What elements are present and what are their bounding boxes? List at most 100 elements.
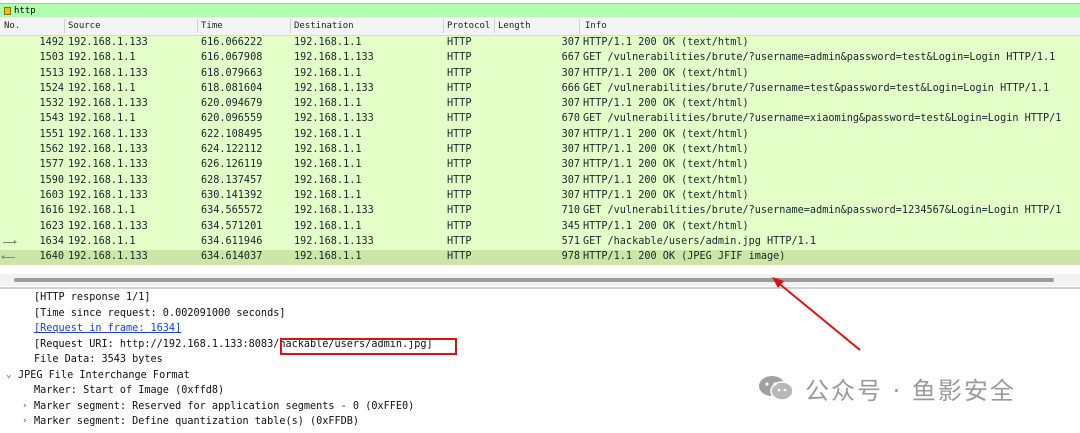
cell-info: HTTP/1.1 200 OK (text/html) — [583, 98, 749, 110]
packet-row[interactable]: 1603 192.168.1.133 630.141392 192.168.1.… — [0, 188, 1080, 205]
column-divider[interactable] — [290, 19, 291, 33]
cell-destination: 192.168.1.133 — [294, 52, 374, 64]
detail-line[interactable]: [Request URI: http://192.168.1.133:8083/… — [0, 338, 1080, 354]
cell-protocol: HTTP — [447, 67, 472, 79]
packet-row[interactable]: 1551 192.168.1.133 622.108495 192.168.1.… — [0, 127, 1080, 144]
packet-row[interactable]: 1634 192.168.1.1 634.611946 192.168.1.13… — [0, 234, 1080, 251]
cell-length: 307 — [561, 174, 580, 186]
cell-no: 1562 — [39, 144, 64, 156]
packet-row[interactable]: 1503 192.168.1.1 616.067908 192.168.1.13… — [0, 51, 1080, 67]
column-no[interactable]: No. — [4, 21, 20, 31]
cell-destination: 192.168.1.1 — [294, 144, 362, 156]
scrollbar-thumb[interactable] — [14, 278, 1054, 282]
cell-length: 307 — [561, 189, 580, 201]
cell-protocol: HTTP — [447, 37, 472, 48]
uri-highlight-box — [280, 338, 457, 355]
filter-input[interactable]: http — [14, 6, 36, 16]
cell-time: 626.126119 — [201, 159, 263, 171]
bookmark-icon[interactable] — [4, 6, 11, 15]
cell-source: 192.168.1.133 — [68, 128, 148, 140]
chevron-down-icon[interactable]: ⌄ — [6, 370, 11, 380]
column-divider[interactable] — [579, 19, 580, 33]
detail-line[interactable]: [HTTP response 1/1] — [0, 291, 1080, 307]
packet-list-header: No. Source Time Destination Protocol Len… — [0, 17, 1080, 36]
cell-source: 192.168.1.133 — [68, 67, 148, 79]
cell-destination: 192.168.1.133 — [294, 82, 374, 94]
cell-length: 307 — [561, 128, 580, 140]
cell-source: 192.168.1.1 — [68, 235, 136, 247]
cell-protocol: HTTP — [447, 220, 472, 232]
uri-prefix: [Request URI: http://192.168.1.133:8083 — [34, 338, 274, 350]
horizontal-scrollbar[interactable] — [0, 274, 1080, 286]
chevron-right-icon[interactable]: › — [22, 401, 27, 411]
cell-info: HTTP/1.1 200 OK (text/html) — [583, 174, 749, 186]
cell-length: 307 — [561, 144, 580, 156]
cell-time: 624.122112 — [201, 144, 263, 156]
packet-row[interactable]: 1543 192.168.1.1 620.096559 192.168.1.13… — [0, 112, 1080, 128]
packet-row[interactable]: 1623 192.168.1.133 634.571201 192.168.1.… — [0, 219, 1080, 235]
cell-destination: 192.168.1.1 — [294, 128, 362, 140]
cell-protocol: HTTP — [447, 128, 472, 140]
packet-row[interactable]: 1524 192.168.1.1 618.081604 192.168.1.13… — [0, 81, 1080, 98]
cell-protocol: HTTP — [447, 189, 472, 201]
detail-marker-app0: Marker segment: Reserved for application… — [34, 400, 415, 412]
cell-time: 628.137457 — [201, 174, 263, 186]
cell-protocol: HTTP — [447, 159, 472, 171]
packet-row[interactable]: 1562 192.168.1.133 624.122112 192.168.1.… — [0, 143, 1080, 159]
column-destination[interactable]: Destination — [294, 21, 354, 31]
column-time[interactable]: Time — [201, 21, 223, 31]
packet-row[interactable]: 1590 192.168.1.133 628.137457 192.168.1.… — [0, 173, 1080, 189]
cell-no: 1513 — [39, 67, 64, 79]
chevron-right-icon[interactable]: › — [22, 416, 27, 426]
packet-row-selected[interactable]: 1640 192.168.1.133 634.614037 192.168.1.… — [0, 250, 1080, 266]
cell-source: 192.168.1.133 — [68, 251, 148, 263]
pane-splitter[interactable] — [0, 287, 1080, 289]
cell-no: 1623 — [39, 220, 64, 232]
packet-row[interactable]: 1492 192.168.1.133 616.066222 192.168.1.… — [0, 36, 1080, 52]
detail-line[interactable]: [Request in frame: 1634] — [0, 322, 1080, 338]
cell-info: GET /hackable/users/admin.jpg HTTP/1.1 — [583, 235, 817, 247]
column-divider[interactable] — [443, 19, 444, 33]
detail-line[interactable]: › Marker segment: Define quantization ta… — [0, 415, 1080, 431]
cell-info: HTTP/1.1 200 OK (text/html) — [583, 159, 749, 171]
cell-length: 345 — [561, 220, 580, 232]
detail-line[interactable]: [Time since request: 0.002091000 seconds… — [0, 307, 1080, 323]
cell-no: 1634 — [39, 235, 64, 247]
cell-length: 978 — [561, 251, 580, 263]
column-divider[interactable] — [494, 19, 495, 33]
cell-time: 634.614037 — [201, 251, 263, 263]
cell-protocol: HTTP — [447, 113, 472, 125]
packet-row[interactable]: 1616 192.168.1.1 634.565572 192.168.1.13… — [0, 204, 1080, 220]
detail-jpeg-header: JPEG File Interchange Format — [18, 369, 190, 381]
cell-protocol: HTTP — [447, 174, 472, 186]
cell-no: 1492 — [39, 37, 64, 48]
cell-destination: 192.168.1.1 — [294, 67, 362, 79]
watermark-text: 公众号 · 鱼影安全 — [805, 376, 1016, 405]
column-length[interactable]: Length — [498, 21, 531, 31]
column-divider[interactable] — [197, 19, 198, 33]
cell-source: 192.168.1.133 — [68, 98, 148, 110]
cell-no: 1590 — [39, 174, 64, 186]
cell-protocol: HTTP — [447, 144, 472, 156]
packet-list: 1492 192.168.1.133 616.066222 192.168.1.… — [0, 36, 1080, 266]
cell-length: 666 — [561, 82, 580, 94]
cell-info: GET /vulnerabilities/brute/?username=adm… — [583, 205, 1062, 217]
packet-row[interactable]: 1532 192.168.1.133 620.094679 192.168.1.… — [0, 97, 1080, 113]
column-protocol[interactable]: Protocol — [447, 21, 490, 31]
cell-time: 634.565572 — [201, 205, 263, 217]
request-frame-link[interactable]: [Request in frame: 1634] — [34, 323, 181, 334]
detail-marker-dqt: Marker segment: Define quantization tabl… — [34, 416, 360, 427]
column-source[interactable]: Source — [68, 21, 101, 31]
detail-response-number: [HTTP response 1/1] — [34, 292, 151, 303]
column-divider[interactable] — [64, 19, 65, 33]
display-filter-bar[interactable]: http — [0, 3, 1080, 18]
cell-destination: 192.168.1.133 — [294, 113, 374, 125]
cell-time: 634.611946 — [201, 235, 263, 247]
detail-line[interactable]: File Data: 3543 bytes — [0, 353, 1080, 369]
cell-time: 616.067908 — [201, 52, 263, 64]
column-info[interactable]: Info — [585, 21, 607, 31]
cell-source: 192.168.1.1 — [68, 52, 136, 64]
packet-row[interactable]: 1513 192.168.1.133 618.079663 192.168.1.… — [0, 66, 1080, 82]
cell-time: 634.571201 — [201, 220, 263, 232]
packet-row[interactable]: 1577 192.168.1.133 626.126119 192.168.1.… — [0, 158, 1080, 174]
